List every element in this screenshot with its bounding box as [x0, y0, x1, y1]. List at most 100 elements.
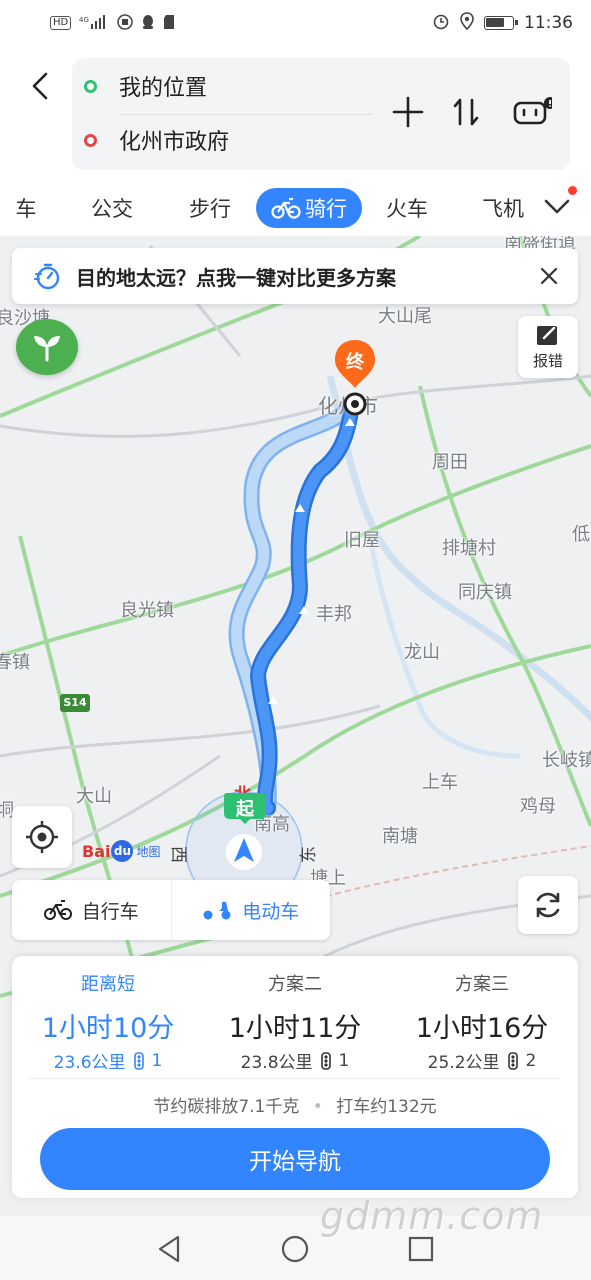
traffic-light-icon: [507, 1051, 518, 1070]
swap-icon: [453, 98, 479, 126]
end-dot-icon: [84, 133, 97, 147]
place-label: 长岐镇: [542, 750, 591, 771]
baidu-paw-icon: du: [111, 840, 134, 862]
eco-leaf-button[interactable]: [16, 319, 78, 375]
back-button[interactable]: [24, 66, 58, 106]
refresh-route-button[interactable]: [518, 876, 578, 934]
plan-distance: 23.6公里: [53, 1053, 126, 1073]
swap-route-button[interactable]: [446, 92, 486, 132]
route-divider: [120, 114, 372, 115]
traffic-light-icon: [133, 1051, 144, 1070]
electric-scooter-icon: [203, 902, 231, 920]
place-label: 低: [572, 524, 590, 545]
plan-duration: 1小时11分: [228, 1013, 362, 1044]
tab-cycling-label: 骑行: [305, 197, 347, 221]
bicycle-icon: [43, 900, 72, 920]
destination-marker-label: 终: [346, 352, 364, 373]
place-label: 丰邦: [316, 604, 352, 625]
plan-duration: 1小时10分: [41, 1013, 175, 1044]
route-plans-panel: 距离短 1小时10分 23.6公里 1 方案二 1小时11分 23.8公里 1 …: [12, 956, 578, 1198]
start-navigation-button[interactable]: 开始导航: [40, 1128, 550, 1190]
start-dot-icon: [84, 79, 97, 93]
status-indicators: HD 4G: [50, 13, 177, 33]
tab-train[interactable]: 火车: [380, 188, 434, 228]
more-modes-button[interactable]: [541, 190, 573, 222]
place-label: 南塘: [382, 826, 418, 847]
road-badge-label: S14: [63, 696, 87, 709]
plan-traffic-lights: 2: [525, 1050, 537, 1071]
compass-west-label: 西: [168, 846, 188, 863]
chevron-down-icon: [544, 199, 570, 214]
crosshair-icon: [26, 821, 58, 853]
start-marker[interactable]: 起: [222, 791, 268, 829]
chevron-left-icon: [32, 72, 48, 100]
status-right: 11:36: [432, 11, 573, 35]
notification-dot: [568, 186, 577, 195]
report-error-button[interactable]: 报错: [518, 316, 578, 378]
destination-marker[interactable]: 终: [331, 338, 379, 426]
plan-traffic-lights: 1: [338, 1050, 350, 1071]
plan-traffic-lights: 1: [151, 1050, 163, 1071]
report-error-label: 报错: [532, 352, 563, 370]
plan-option-2[interactable]: 方案二 1小时11分 23.8公里 1: [201, 970, 389, 1073]
place-label: 周田: [432, 452, 468, 473]
ebike-option[interactable]: 电动车: [170, 880, 331, 940]
bicycle-option-label: 自行车: [81, 900, 139, 923]
qq-icon: [141, 14, 155, 33]
start-location-row[interactable]: 我的位置: [84, 64, 384, 108]
add-waypoint-button[interactable]: [388, 92, 428, 132]
plan-label: 方案三: [455, 974, 509, 995]
place-label: 春镇: [0, 652, 30, 673]
banner-close-button[interactable]: [534, 261, 564, 291]
bicycle-option[interactable]: 自行车: [12, 880, 171, 940]
tab-plane[interactable]: 飞机: [482, 188, 526, 228]
tab-car[interactable]: 车: [8, 188, 44, 228]
compass-east-label: 东: [299, 846, 319, 863]
place-label: 龙山: [404, 642, 440, 663]
start-marker-label: 起: [236, 799, 254, 820]
plan-distance: 25.2公里: [427, 1053, 500, 1073]
plan-meta: 25.2公里 2: [388, 1048, 576, 1074]
plan-meta: 23.8公里 1: [201, 1048, 389, 1074]
locate-me-button[interactable]: [12, 806, 72, 868]
close-icon: [540, 267, 558, 285]
place-label: 良光镇: [120, 600, 174, 621]
baidu-map-logo: Bai du 地图: [82, 840, 161, 862]
navigation-arrow-icon: [226, 834, 262, 870]
place-label: 排塘村: [442, 538, 496, 559]
baidu-logo-suffix: 地图: [136, 844, 161, 859]
place-label: 鸡母: [520, 796, 556, 817]
location-icon: [460, 11, 474, 35]
status-bar: HD 4G 11:36: [0, 0, 591, 46]
place-label: 同庆镇: [458, 582, 512, 603]
edit-icon: [537, 326, 557, 345]
tab-bus[interactable]: 公交: [80, 188, 144, 228]
plan-option-1[interactable]: 距离短 1小时10分 23.6公里 1: [14, 970, 202, 1073]
baidu-logo-prefix: Bai: [82, 841, 111, 861]
hd-icon: HD: [50, 16, 72, 30]
travel-mode-tabs: 车 公交 步行 骑行 火车 飞机: [0, 182, 591, 236]
panel-divider: [30, 1078, 560, 1079]
preferences-button[interactable]: [512, 92, 552, 132]
svg-text:4G: 4G: [79, 16, 89, 24]
route-input-box: 我的位置 化州市政府: [72, 58, 570, 170]
stopwatch-icon: [34, 263, 60, 290]
route-header: 我的位置 化州市政府: [0, 46, 591, 182]
place-label: 旧屋: [344, 530, 380, 551]
bicycle-icon: [271, 197, 301, 219]
system-home-button[interactable]: [278, 1232, 312, 1266]
app-notification-icon: [117, 13, 133, 33]
system-back-button[interactable]: [152, 1232, 186, 1266]
plan-duration: 1小时16分: [415, 1013, 549, 1044]
start-location-text: 我的位置: [119, 76, 208, 101]
tab-walk[interactable]: 步行: [178, 188, 242, 228]
taxi-estimate-text: 打车约132元: [336, 1097, 437, 1117]
bike-type-switch: 自行车 电动车: [12, 880, 330, 940]
plan-label: 距离短: [81, 974, 135, 995]
ebike-option-label: 电动车: [242, 900, 300, 923]
tab-cycling[interactable]: 骑行: [256, 188, 362, 228]
triangle-back-icon: [158, 1235, 180, 1263]
end-location-row[interactable]: 化州市政府: [84, 118, 384, 162]
compare-plans-banner[interactable]: 目的地太远？点我一键对比更多方案: [12, 248, 578, 304]
plan-option-3[interactable]: 方案三 1小时16分 25.2公里 2: [388, 970, 576, 1073]
